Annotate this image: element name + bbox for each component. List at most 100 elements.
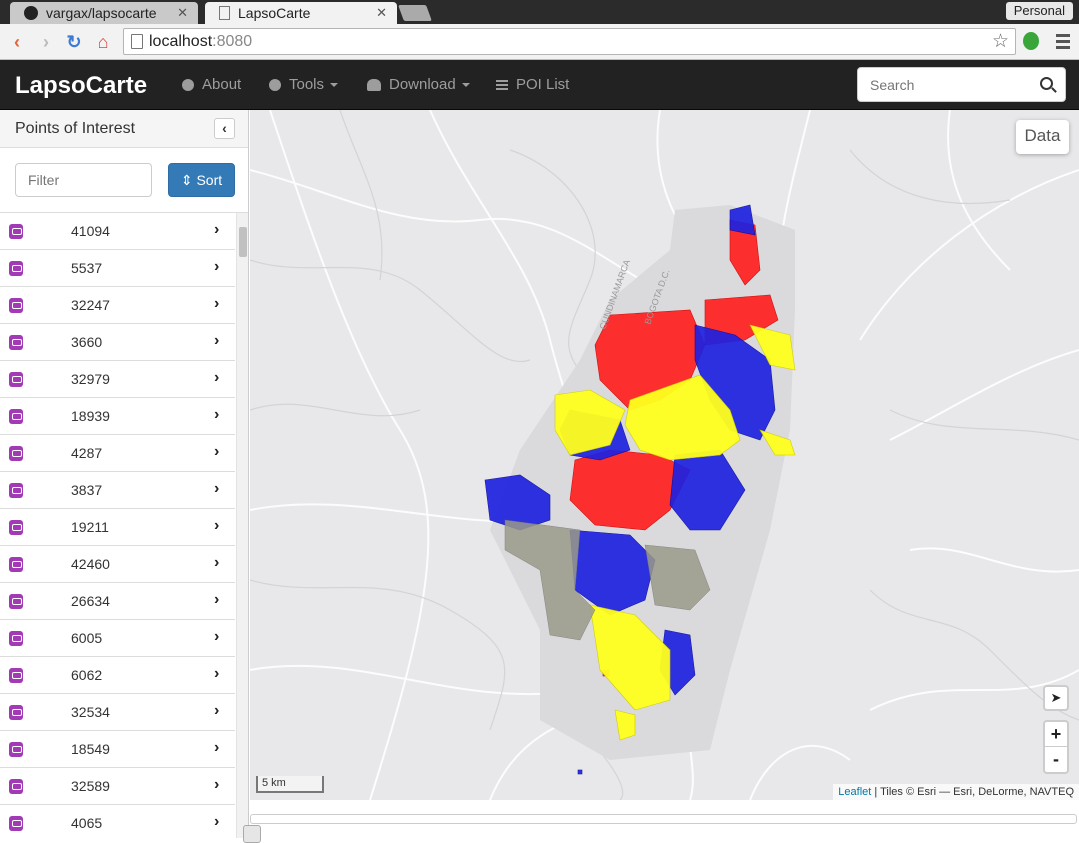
chevron-right-icon[interactable]: ›	[214, 554, 219, 572]
address-port: :8080	[212, 33, 253, 50]
search-icon[interactable]	[1040, 77, 1053, 90]
chevron-right-icon[interactable]: ›	[214, 591, 219, 609]
nav-tools[interactable]: Tools	[269, 76, 339, 93]
tab-lapsocarte[interactable]: LapsoCarte ✕	[205, 2, 397, 24]
nav-poi-list-label: POI List	[516, 76, 570, 93]
poi-list-item[interactable]: 3837 ›	[0, 472, 235, 509]
search-input[interactable]	[858, 68, 1028, 101]
poi-list-item[interactable]: 5537 ›	[0, 250, 235, 287]
extension-icon[interactable]	[1023, 32, 1039, 50]
map-attribution: Leaflet | Tiles © Esri — Esri, DeLorme, …	[833, 784, 1079, 800]
filter-input[interactable]	[15, 163, 152, 197]
tab-title: vargax/lapsocarte	[46, 5, 157, 21]
nav-tools-label: Tools	[289, 76, 325, 93]
poi-list-item[interactable]: 18939 ›	[0, 398, 235, 435]
forward-icon[interactable]: ›	[35, 31, 57, 53]
map-marker-icon	[9, 446, 23, 461]
chevron-right-icon[interactable]: ›	[214, 406, 219, 424]
map-marker-icon	[9, 742, 23, 757]
chevron-right-icon[interactable]: ›	[214, 295, 219, 313]
chevron-right-icon[interactable]: ›	[214, 739, 219, 757]
cloud-download-icon	[367, 78, 381, 91]
chevron-right-icon[interactable]: ›	[214, 813, 219, 831]
poi-list-item[interactable]: 32247 ›	[0, 287, 235, 324]
map-canvas: CUNDINAMARCA BOGOTA D.C.	[250, 110, 1079, 800]
chevron-right-icon[interactable]: ›	[214, 665, 219, 683]
browser-menu-icon[interactable]	[1056, 34, 1070, 52]
nav-about[interactable]: About	[182, 76, 241, 93]
map-marker-icon	[9, 409, 23, 424]
poi-list-item[interactable]: 18549 ›	[0, 731, 235, 768]
poi-name: 5537	[71, 260, 103, 276]
poi-list-item[interactable]: 41094 ›	[0, 213, 235, 250]
chevron-right-icon[interactable]: ›	[214, 517, 219, 535]
poi-name: 42460	[71, 556, 110, 572]
chevron-right-icon[interactable]: ›	[214, 702, 219, 720]
tab-title: LapsoCarte	[238, 5, 311, 21]
chevron-right-icon[interactable]: ›	[214, 628, 219, 646]
poi-list-item[interactable]: 19211 ›	[0, 509, 235, 546]
poi-list-item[interactable]: 32534 ›	[0, 694, 235, 731]
chevron-right-icon[interactable]: ›	[214, 258, 219, 276]
sort-icon: ⇕	[180, 172, 193, 188]
zoom-in-button[interactable]: +	[1045, 722, 1067, 747]
poi-list-item[interactable]: 3660 ›	[0, 324, 235, 361]
chevron-right-icon[interactable]: ›	[214, 480, 219, 498]
sidebar-header: Points of Interest ‹	[0, 110, 248, 148]
new-tab-button[interactable]	[398, 5, 432, 21]
globe-icon	[269, 78, 281, 91]
profile-button[interactable]: Personal	[1005, 2, 1073, 20]
nav-poi-list[interactable]: POI List	[496, 76, 569, 93]
home-icon[interactable]: ⌂	[92, 31, 114, 53]
list-icon	[496, 79, 508, 90]
data-button[interactable]: Data	[1016, 120, 1069, 154]
bookmark-star-icon[interactable]: ☆	[992, 29, 1009, 54]
poi-name: 3837	[71, 482, 103, 498]
map-marker-icon	[9, 224, 23, 239]
back-icon[interactable]: ‹	[6, 31, 28, 53]
chevron-right-icon[interactable]: ›	[214, 443, 219, 461]
list-scrollbar[interactable]	[236, 213, 248, 838]
leaflet-link[interactable]: Leaflet	[838, 786, 871, 798]
scrollbar-thumb[interactable]	[239, 227, 247, 257]
app-navbar: LapsoCarte About Tools Download POI List	[0, 60, 1079, 110]
poi-name: 32247	[71, 297, 110, 313]
poi-name: 18939	[71, 408, 110, 424]
chevron-right-icon[interactable]: ›	[214, 369, 219, 387]
map-marker-icon	[9, 779, 23, 794]
map-view[interactable]: CUNDINAMARCA BOGOTA D.C. Data ➤ + - 5 km…	[250, 110, 1079, 800]
chevron-right-icon[interactable]: ›	[214, 776, 219, 794]
map-marker-icon	[9, 335, 23, 350]
poi-list-item[interactable]: 32589 ›	[0, 768, 235, 805]
page-icon	[131, 34, 143, 49]
attribution-text: | Tiles © Esri — Esri, DeLorme, NAVTEQ	[871, 786, 1074, 798]
poi-name: 6062	[71, 667, 103, 683]
map-marker-icon	[9, 261, 23, 276]
poi-list-item[interactable]: 42460 ›	[0, 546, 235, 583]
tab-github[interactable]: vargax/lapsocarte ✕	[10, 2, 198, 24]
nav-download[interactable]: Download	[367, 76, 470, 93]
close-icon[interactable]: ✕	[376, 5, 387, 21]
map-marker-icon	[9, 816, 23, 831]
collapse-sidebar-button[interactable]: ‹	[214, 118, 235, 139]
poi-list-item[interactable]: 26634 ›	[0, 583, 235, 620]
poi-name: 4065	[71, 815, 103, 831]
poi-name: 4287	[71, 445, 103, 461]
brand-logo[interactable]: LapsoCarte	[15, 72, 147, 100]
chevron-right-icon[interactable]: ›	[214, 221, 219, 239]
poi-list-item[interactable]: 32979 ›	[0, 361, 235, 398]
poi-list-item[interactable]: 6062 ›	[0, 657, 235, 694]
poi-list-item[interactable]: 4065 ›	[0, 805, 235, 838]
poi-list-item[interactable]: 4287 ›	[0, 435, 235, 472]
poi-list-item[interactable]: 6005 ›	[0, 620, 235, 657]
reload-icon[interactable]: ↻	[63, 31, 85, 53]
sort-button[interactable]: ⇕ Sort	[168, 163, 235, 197]
slider-track[interactable]	[243, 814, 1077, 843]
locate-icon[interactable]: ➤	[1043, 685, 1069, 711]
chevron-right-icon[interactable]: ›	[214, 332, 219, 350]
slider-handle[interactable]	[243, 825, 261, 843]
question-circle-icon	[182, 78, 194, 91]
address-bar[interactable]: localhost:8080 ☆	[123, 28, 1016, 55]
close-icon[interactable]: ✕	[177, 5, 188, 21]
zoom-out-button[interactable]: -	[1045, 747, 1067, 772]
